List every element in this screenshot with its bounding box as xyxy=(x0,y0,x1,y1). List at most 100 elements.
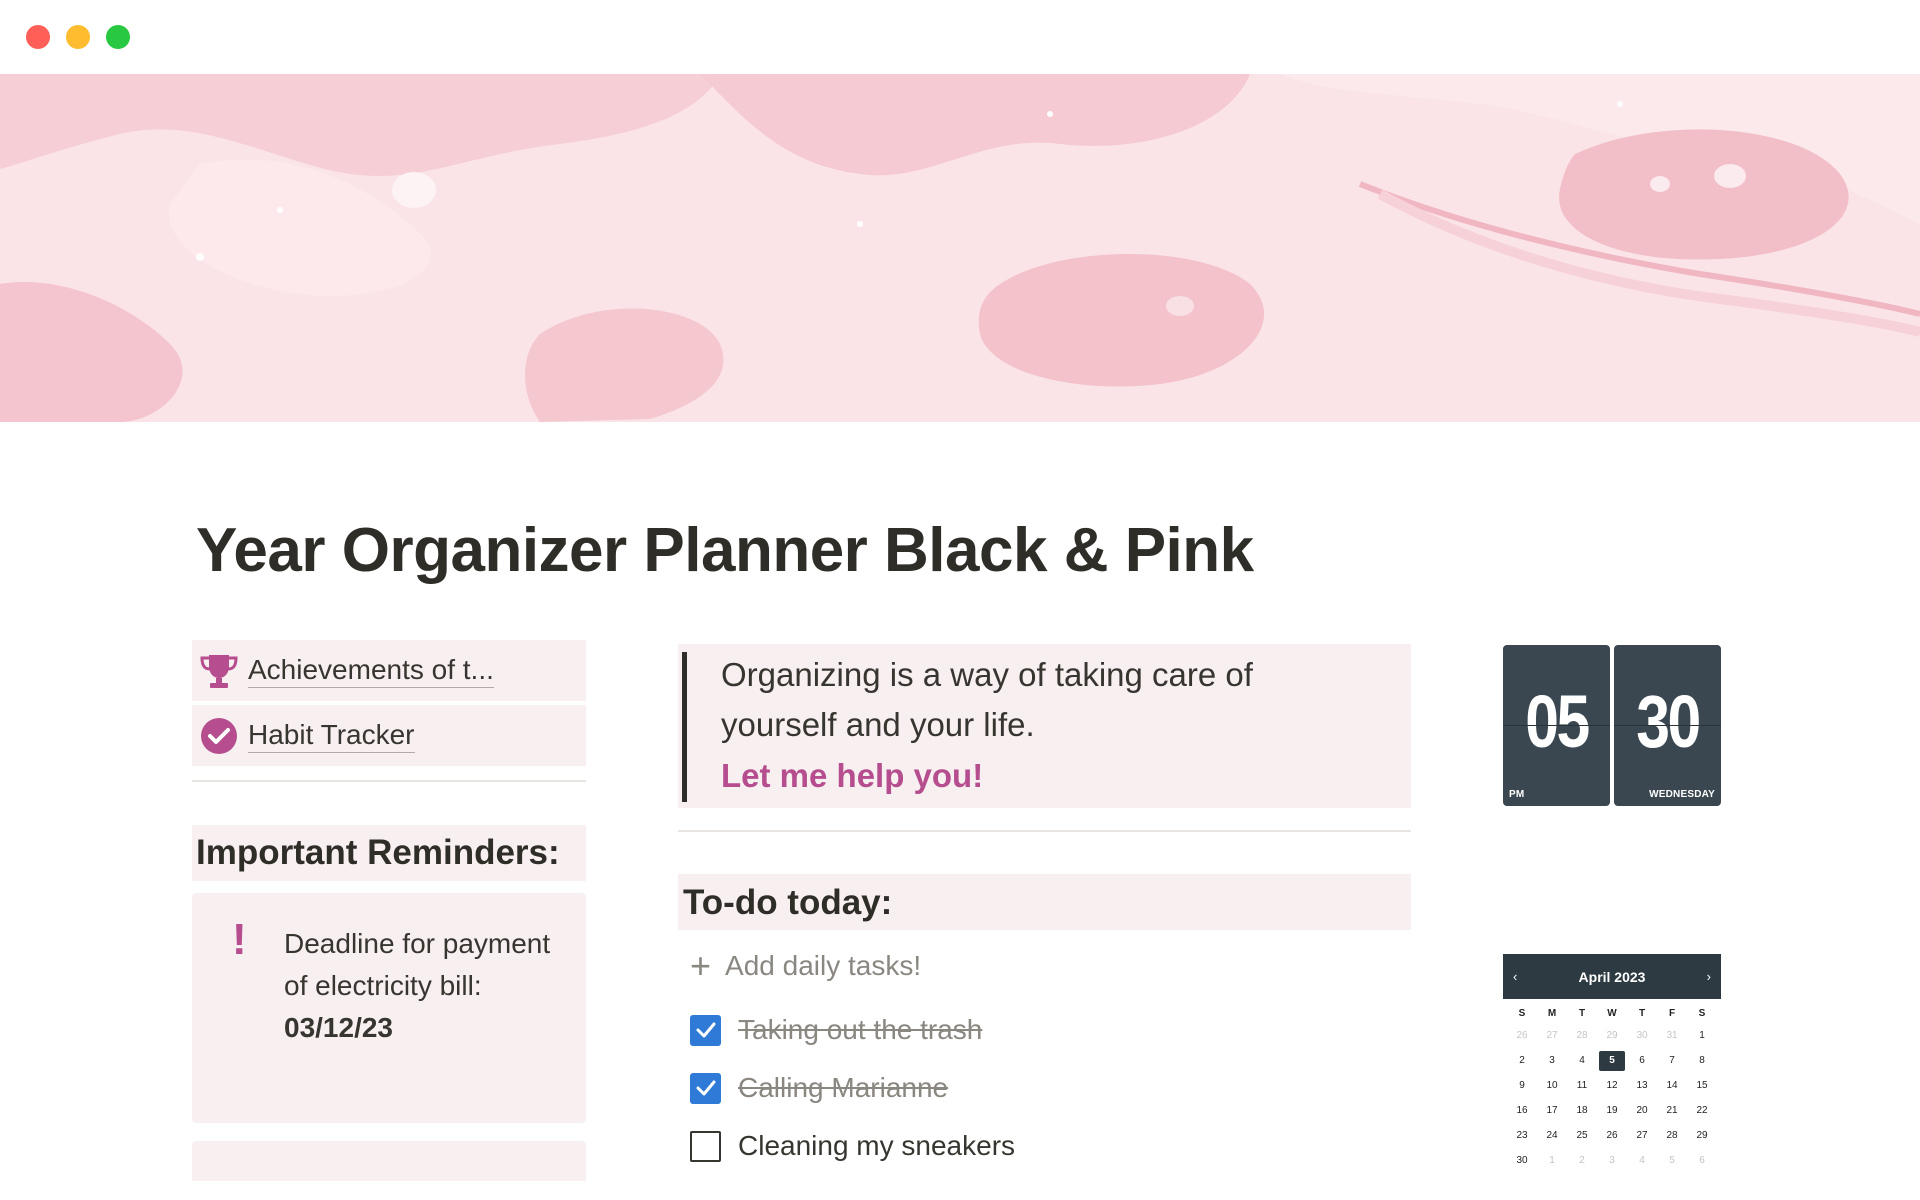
clock-minute: 30 xyxy=(1636,680,1701,763)
calendar-month: April 2023 xyxy=(1578,968,1646,985)
calendar-day[interactable]: 8 xyxy=(1687,1048,1717,1073)
calendar-weekday: W xyxy=(1607,1008,1617,1019)
link-achievements[interactable]: Achievements of t... xyxy=(192,640,586,701)
calendar-day[interactable]: 6 xyxy=(1687,1148,1717,1173)
calendar-day[interactable]: 2 xyxy=(1507,1048,1537,1073)
calendar-day[interactable]: 29 xyxy=(1597,1023,1627,1048)
calendar-day[interactable]: 6 xyxy=(1627,1048,1657,1073)
reminders-heading-box: Important Reminders: xyxy=(192,825,586,881)
clock-minute-card: 30 WEDNESDAY xyxy=(1614,645,1721,806)
page-title: Year Organizer Planner Black & Pink xyxy=(196,516,1254,585)
plus-icon: + xyxy=(690,945,712,986)
calendar-day[interactable]: 17 xyxy=(1537,1098,1567,1123)
calendar-day[interactable]: 27 xyxy=(1537,1023,1567,1048)
calendar-day[interactable]: 26 xyxy=(1507,1023,1537,1048)
todo-item[interactable]: Cleaning my sneakers xyxy=(690,1130,1015,1162)
calendar-day[interactable]: 30 xyxy=(1507,1148,1537,1173)
clock-ampm: PM xyxy=(1509,789,1525,800)
calendar-day[interactable]: 1 xyxy=(1687,1023,1717,1048)
calendar-weekday: S xyxy=(1698,1008,1706,1019)
link-habit-tracker[interactable]: Habit Tracker xyxy=(192,705,586,766)
calendar-day[interactable]: 19 xyxy=(1597,1098,1627,1123)
calendar-weekday: T xyxy=(1578,1008,1586,1019)
calendar-day[interactable]: 7 xyxy=(1657,1048,1687,1073)
calendar-day[interactable]: 3 xyxy=(1597,1148,1627,1173)
calendar-day[interactable]: 9 xyxy=(1507,1073,1537,1098)
todo-text: Cleaning my sneakers xyxy=(738,1130,1016,1161)
calendar-weekday: M xyxy=(1547,1008,1557,1019)
middle-divider xyxy=(678,830,1411,832)
calendar-weekday: S xyxy=(1518,1008,1526,1019)
reminder-text-block: Deadline for payment of electricity bill… xyxy=(284,923,554,1049)
minimize-window-button[interactable] xyxy=(66,25,90,49)
todo-item[interactable]: Taking out the trash xyxy=(690,1014,982,1046)
todo-heading-box: To-do today: xyxy=(678,874,1411,930)
todo-item[interactable]: Calling Marianne xyxy=(690,1072,948,1104)
calendar-day[interactable]: 4 xyxy=(1567,1048,1597,1073)
calendar-day[interactable]: 28 xyxy=(1657,1123,1687,1148)
left-divider xyxy=(192,780,586,782)
clock-hour: 05 xyxy=(1525,680,1590,763)
trophy-icon xyxy=(198,650,240,692)
close-window-button[interactable] xyxy=(26,25,50,49)
zoom-window-button[interactable] xyxy=(106,25,130,49)
checkmark-icon xyxy=(696,1080,715,1096)
quote-callout: Organizing is a way of taking care of yo… xyxy=(678,644,1411,808)
quote-accent: Let me help you! xyxy=(721,757,984,794)
calendar-prev-button[interactable]: ‹ xyxy=(1513,969,1517,984)
todo-text: Taking out the trash xyxy=(738,1014,983,1045)
calendar-day[interactable]: 22 xyxy=(1687,1098,1717,1123)
link-habit-tracker-label: Habit Tracker xyxy=(248,719,415,753)
window-titlebar xyxy=(0,0,1920,74)
clock-seam xyxy=(1614,725,1721,726)
calendar-day[interactable]: 31 xyxy=(1657,1023,1687,1048)
checkbox-checked[interactable] xyxy=(690,1072,721,1104)
calendar-day[interactable]: 21 xyxy=(1657,1098,1687,1123)
calendar-day-today[interactable]: 5 xyxy=(1597,1048,1627,1073)
checkmark-icon xyxy=(696,1022,715,1038)
clock-weekday: WEDNESDAY xyxy=(1649,789,1715,800)
calendar-widget: ‹ April 2023 › S M T W T F S 26 27 28 29 30 31 1 2 3 4 5 6… xyxy=(1503,954,1721,1200)
calendar-day[interactable]: 16 xyxy=(1507,1098,1537,1123)
quote-bar xyxy=(682,652,687,802)
quote-line-2: yourself and your life. xyxy=(721,706,1035,743)
check-circle-icon xyxy=(198,715,240,757)
quote-line-1: Organizing is a way of taking care of xyxy=(721,656,1253,693)
calendar-day[interactable]: 24 xyxy=(1537,1123,1567,1148)
calendar-day[interactable]: 28 xyxy=(1567,1023,1597,1048)
calendar-day[interactable]: 27 xyxy=(1627,1123,1657,1148)
calendar-day[interactable]: 23 xyxy=(1507,1123,1537,1148)
calendar-header: ‹ April 2023 › xyxy=(1503,954,1721,999)
checkbox-unchecked[interactable] xyxy=(690,1130,721,1162)
calendar-day[interactable]: 10 xyxy=(1537,1073,1567,1098)
cover-image xyxy=(0,74,1920,422)
calendar-day[interactable]: 11 xyxy=(1567,1073,1597,1098)
reminder-text: Deadline for payment of electricity bill… xyxy=(284,928,551,1001)
reminders-heading: Important Reminders: xyxy=(196,833,560,872)
calendar-day[interactable]: 12 xyxy=(1597,1073,1627,1098)
todo-text: Calling Marianne xyxy=(738,1072,949,1103)
calendar-day[interactable]: 15 xyxy=(1687,1073,1717,1098)
clock-seam xyxy=(1503,725,1610,726)
calendar-day[interactable]: 2 xyxy=(1567,1148,1597,1173)
next-callout xyxy=(192,1141,586,1181)
calendar-day[interactable]: 29 xyxy=(1687,1123,1717,1148)
calendar-day[interactable]: 14 xyxy=(1657,1073,1687,1098)
calendar-day[interactable]: 25 xyxy=(1567,1123,1597,1148)
calendar-day[interactable]: 26 xyxy=(1597,1123,1627,1148)
add-task-label: Add daily tasks! xyxy=(725,950,922,981)
reminder-date: 03/12/23 xyxy=(284,1012,393,1043)
calendar-day[interactable]: 18 xyxy=(1567,1098,1597,1123)
checkbox-checked[interactable] xyxy=(690,1014,721,1046)
calendar-day[interactable]: 1 xyxy=(1537,1148,1567,1173)
calendar-day[interactable]: 20 xyxy=(1627,1098,1657,1123)
add-task-button[interactable]: + Add daily tasks! xyxy=(690,948,921,984)
calendar-day[interactable]: 4 xyxy=(1627,1148,1657,1173)
calendar-grid: S M T W T F S 26 27 28 29 30 31 1 2 3 4 5 6 7 8 9 10 11 12 13 14 15… xyxy=(1503,999,1721,1173)
calendar-day[interactable]: 13 xyxy=(1627,1073,1657,1098)
calendar-next-button[interactable]: › xyxy=(1707,969,1711,984)
reminder-callout: ! Deadline for payment of electricity bi… xyxy=(192,893,586,1123)
calendar-day[interactable]: 5 xyxy=(1657,1148,1687,1173)
calendar-day[interactable]: 3 xyxy=(1537,1048,1567,1073)
calendar-day[interactable]: 30 xyxy=(1627,1023,1657,1048)
